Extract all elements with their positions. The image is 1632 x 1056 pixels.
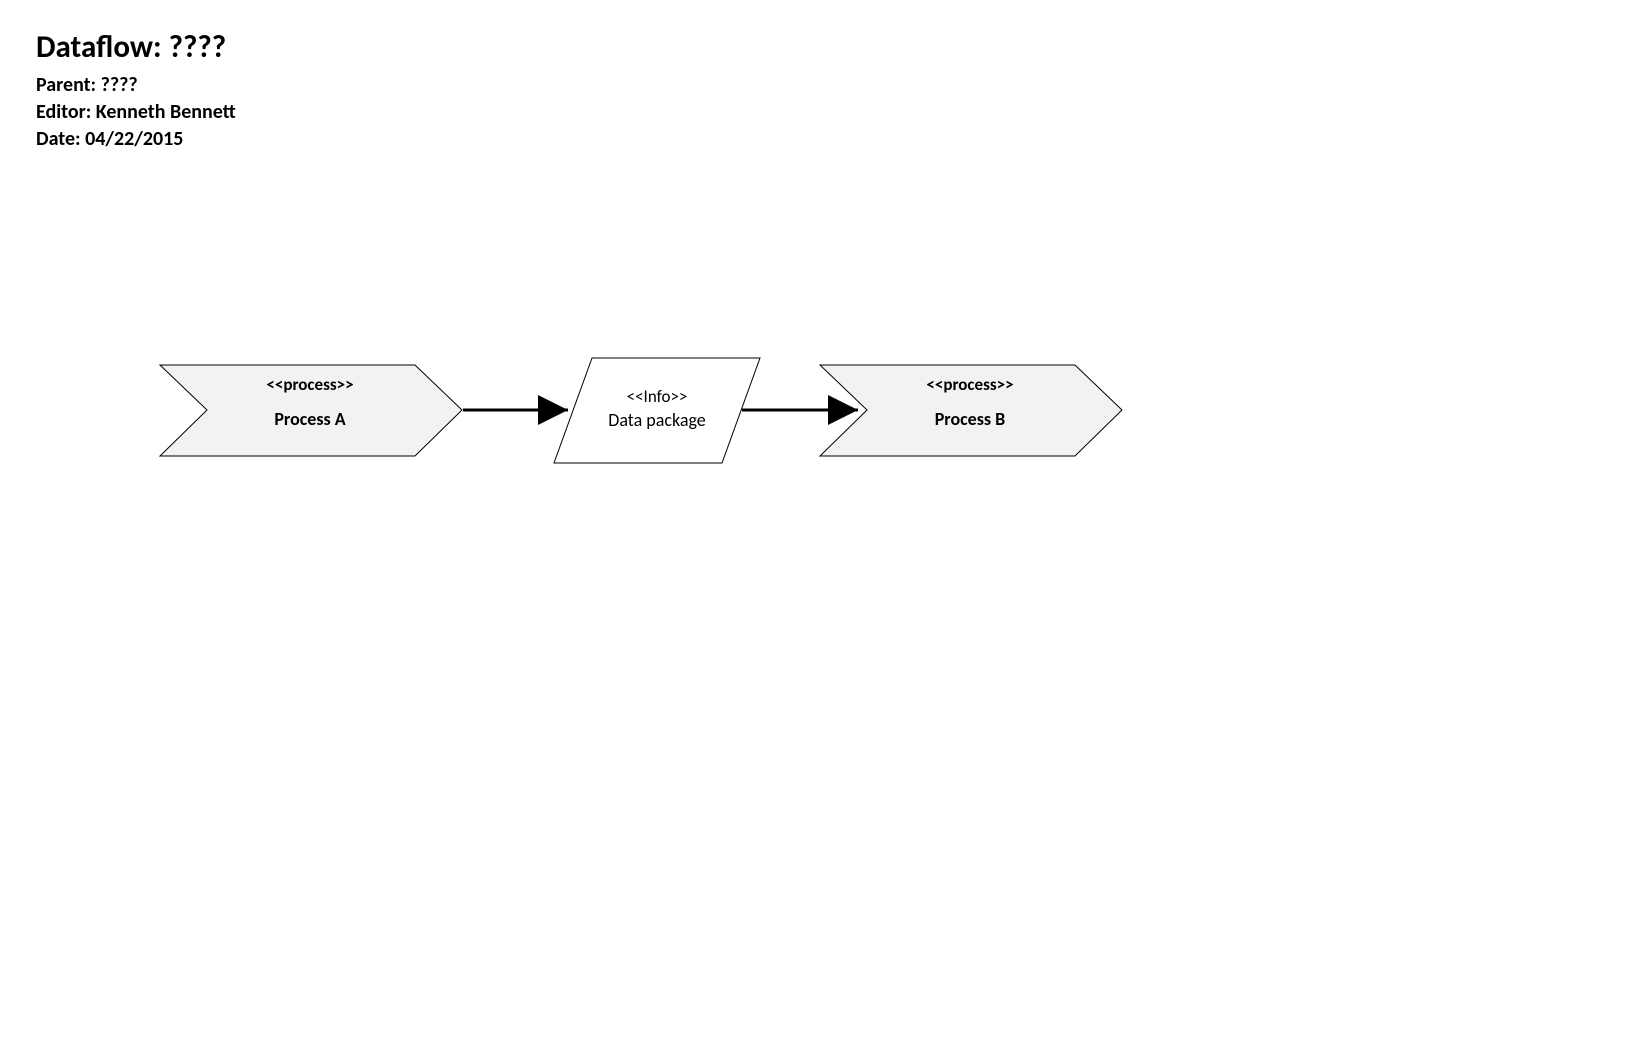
process-b-stereotype: <<process>> xyxy=(926,374,1013,395)
process-a-label: Process A xyxy=(274,408,345,430)
dataflow-canvas: <<process>> Process A <<Info>> Data pack… xyxy=(0,0,1632,1056)
node-process-b: <<process>> Process B xyxy=(820,365,1122,456)
process-b-label: Process B xyxy=(935,408,1006,430)
node-info: <<Info>> Data package xyxy=(554,358,760,463)
node-process-a: <<process>> Process A xyxy=(160,365,462,456)
info-label: Data package xyxy=(608,409,706,431)
process-a-stereotype: <<process>> xyxy=(266,374,353,395)
info-stereotype: <<Info>> xyxy=(627,386,688,407)
